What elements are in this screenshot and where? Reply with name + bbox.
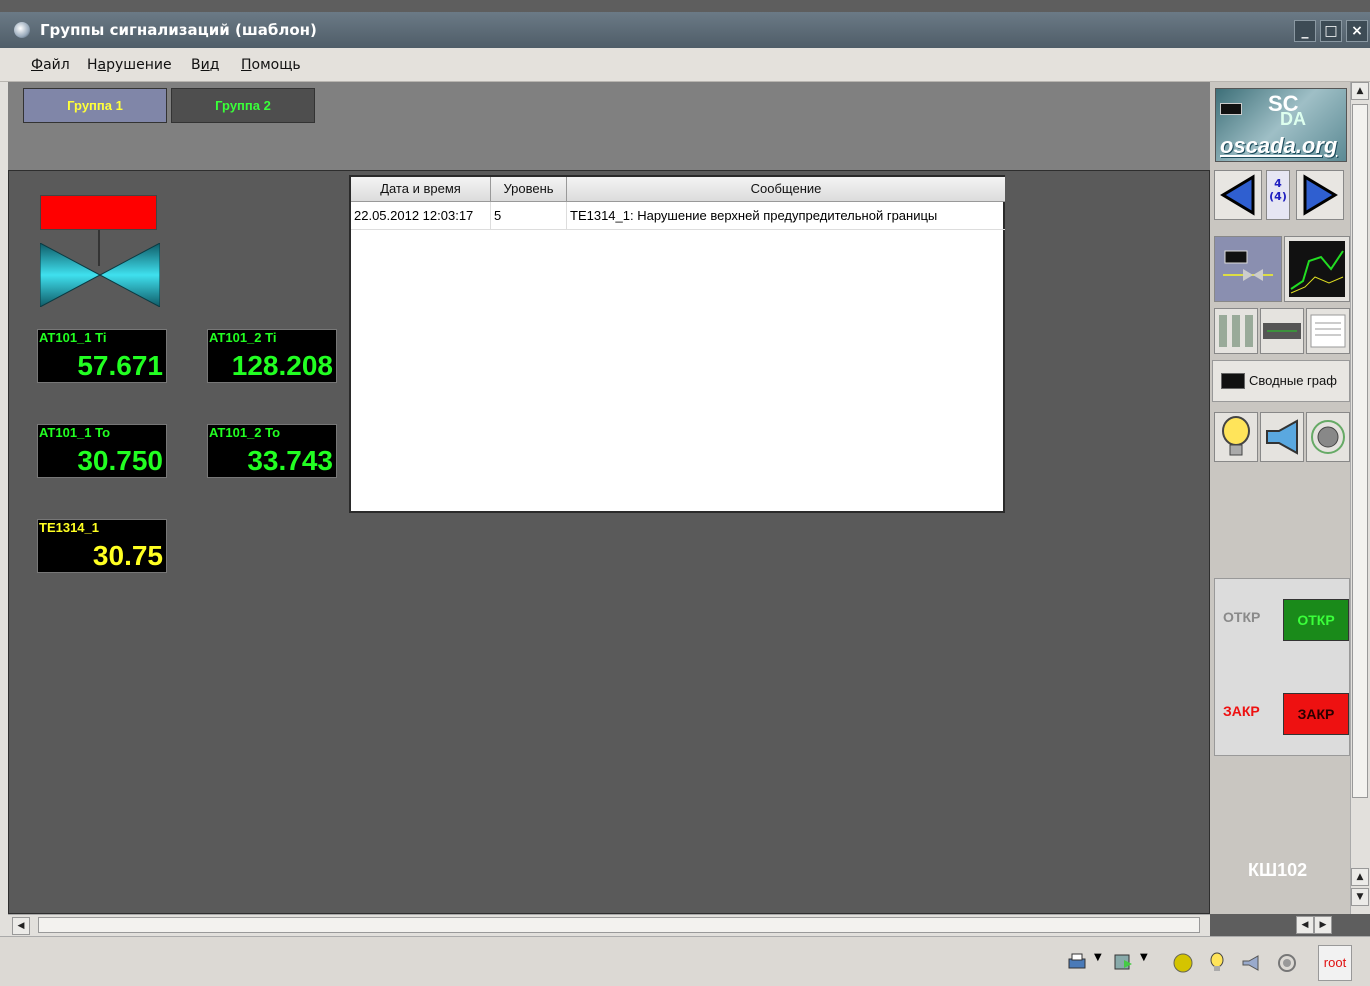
- cell-message: TE1314_1: Нарушение верхней предупредите…: [570, 208, 938, 223]
- oscada-logo[interactable]: SC DA oscada.org: [1215, 88, 1347, 162]
- summary-graphs-button[interactable]: Сводные граф: [1212, 360, 1350, 402]
- gauge-value: 30.750: [77, 445, 163, 476]
- gauge-label: AT101_1 Ti: [39, 330, 107, 345]
- valve-icon[interactable]: [40, 243, 160, 307]
- minimize-button[interactable]: _: [1294, 20, 1316, 42]
- menu-help[interactable]: Помощь: [241, 57, 301, 73]
- user-indicator[interactable]: root: [1318, 945, 1352, 981]
- vertical-scrollbar[interactable]: ▲ ▲ ▼: [1350, 82, 1370, 914]
- window-title: Группы сигнализаций (шаблон): [40, 21, 317, 39]
- lightbulb-icon: [1222, 416, 1250, 456]
- scroll-up-small-icon[interactable]: ▲: [1351, 868, 1369, 886]
- page-total: (4): [1269, 190, 1287, 203]
- app-icon: [14, 22, 30, 38]
- horizontal-scroll-thumb[interactable]: [38, 917, 1200, 933]
- vertical-scroll-thumb[interactable]: [1352, 104, 1368, 798]
- scroll-up-icon[interactable]: ▲: [1351, 82, 1369, 100]
- light-alarm-button[interactable]: [1214, 412, 1258, 462]
- arrow-left-icon: [1220, 174, 1255, 216]
- gauge-value: 33.743: [247, 445, 333, 476]
- close-button[interactable]: ×: [1346, 20, 1368, 42]
- valve-control-box: ОТКР ОТКР ЗАКР ЗАКР: [1214, 578, 1350, 756]
- gauge-label: TE1314_1: [39, 520, 99, 535]
- panel-view-button[interactable]: [1214, 308, 1258, 354]
- object-name: КШ102: [1248, 860, 1308, 880]
- table-row[interactable]: 22.05.2012 12:03:17 5 TE1314_1: Нарушени…: [351, 202, 1005, 230]
- gauge-at101-1-to: AT101_1 To 30.750: [37, 424, 167, 478]
- summary-graphs-icon: [1221, 373, 1245, 389]
- gauge-te1314-1: TE1314_1 30.75: [37, 519, 167, 573]
- right-panel: SC DA oscada.org 4 (4) Сводные граф ОТКР…: [1210, 82, 1350, 914]
- document-icon: [1310, 314, 1346, 348]
- sound-status-icon[interactable]: [1276, 952, 1298, 974]
- horizontal-scrollbar[interactable]: ◀: [8, 914, 1210, 936]
- page-indicator: 4 (4): [1266, 170, 1290, 220]
- alarm-lamp: [40, 195, 157, 230]
- left-frame: [0, 82, 8, 936]
- export-icon[interactable]: [1112, 952, 1134, 972]
- group-icon: [1263, 323, 1301, 339]
- close-valve-button[interactable]: ЗАКР: [1283, 693, 1349, 735]
- light-status-icon[interactable]: [1208, 952, 1226, 974]
- tab-group-2[interactable]: Группа 2: [171, 88, 315, 123]
- gauge-at101-2-to: AT101_2 To 33.743: [207, 424, 337, 478]
- panel-icon: [1219, 315, 1253, 347]
- column-header-message[interactable]: Сообщение: [567, 177, 1005, 201]
- logo-da: DA: [1280, 109, 1306, 129]
- horn-status-icon[interactable]: [1240, 952, 1262, 974]
- menu-bar: Файл Нарушение Вид Помощь: [0, 48, 1370, 82]
- tab-group-1[interactable]: Группа 1: [23, 88, 167, 123]
- menu-view[interactable]: Вид: [191, 57, 219, 73]
- trend-icon: [1289, 241, 1345, 297]
- horn-alarm-button[interactable]: [1260, 412, 1304, 462]
- menu-violation[interactable]: Нарушение: [87, 57, 172, 73]
- column-header-level[interactable]: Уровень: [491, 177, 567, 201]
- title-bar: Группы сигнализаций (шаблон) _ □ ×: [0, 12, 1370, 48]
- status-bar: ▼ ▼ root: [0, 936, 1370, 986]
- scroll-left-small-icon[interactable]: ◀: [1296, 916, 1314, 934]
- sound-alarm-button[interactable]: [1306, 412, 1350, 462]
- gauge-at101-2-ti: AT101_2 Ti 128.208: [207, 329, 337, 383]
- export-dropdown-icon[interactable]: ▼: [1140, 952, 1148, 963]
- open-state-label: ОТКР: [1223, 609, 1261, 625]
- cell-datetime: 22.05.2012 12:03:17: [351, 202, 491, 229]
- maximize-button[interactable]: □: [1320, 20, 1342, 42]
- lcd-icon: [1220, 103, 1242, 115]
- gauge-label: AT101_1 To: [39, 425, 111, 440]
- gauge-label: AT101_2 Ti: [209, 330, 277, 345]
- menu-file[interactable]: Файл: [31, 57, 70, 73]
- alarm-table[interactable]: Дата и время Уровень Сообщение 22.05.201…: [349, 175, 1005, 513]
- page-current: 4: [1274, 177, 1282, 190]
- scroll-right-icon[interactable]: ▶: [1314, 916, 1332, 934]
- mnemonic-area: AT101_1 Ti 57.671 AT101_2 Ti 128.208 AT1…: [8, 170, 1210, 914]
- summary-graphs-label: Сводные граф: [1249, 373, 1337, 388]
- table-header: Дата и время Уровень Сообщение: [351, 177, 1005, 202]
- close-state-label: ЗАКР: [1223, 703, 1260, 719]
- print-icon[interactable]: [1066, 952, 1088, 972]
- logo-url: oscada.org: [1220, 133, 1338, 158]
- column-header-datetime[interactable]: Дата и время: [351, 177, 491, 201]
- gauge-value: 30.75: [92, 540, 163, 571]
- open-button[interactable]: ОТКР: [1283, 599, 1349, 641]
- gauge-value: 57.671: [77, 350, 163, 381]
- next-page-button[interactable]: [1296, 170, 1344, 220]
- cell-level: 5: [491, 202, 567, 229]
- group-view-button[interactable]: [1260, 308, 1304, 354]
- scroll-left-icon[interactable]: ◀: [12, 917, 30, 935]
- gauge-label: AT101_2 To: [209, 425, 281, 440]
- horn-icon: [1266, 419, 1298, 455]
- scroll-down-icon[interactable]: ▼: [1351, 888, 1369, 906]
- arrow-right-icon: [1303, 174, 1338, 216]
- mnemonic-icon: [1223, 250, 1273, 281]
- mnemonic-view-button[interactable]: [1214, 236, 1282, 302]
- gauge-value: 128.208: [231, 350, 333, 381]
- siren-icon: [1311, 420, 1345, 454]
- document-view-button[interactable]: [1306, 308, 1350, 354]
- print-dropdown-icon[interactable]: ▼: [1094, 952, 1102, 963]
- prev-page-button[interactable]: [1214, 170, 1262, 220]
- alarm-status-icon[interactable]: [1172, 952, 1194, 974]
- gauge-at101-1-ti: AT101_1 Ti 57.671: [37, 329, 167, 383]
- group-tabs-area: Группа 1 Группа 2: [8, 82, 1210, 170]
- trend-view-button[interactable]: [1284, 236, 1350, 302]
